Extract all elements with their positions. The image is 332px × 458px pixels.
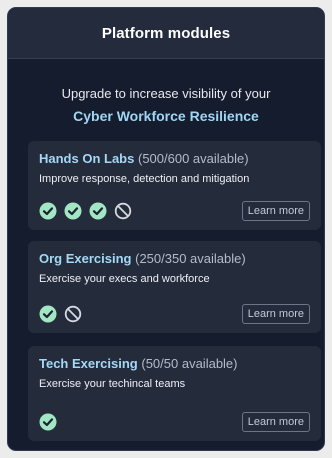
module-card-hands-on-labs: Hands On Labs (500/600 available) Improv…: [28, 141, 321, 230]
module-footer: Learn more: [39, 304, 310, 324]
module-name: Tech Exercising: [39, 356, 138, 371]
check-icon: [64, 202, 82, 220]
module-title: Tech Exercising (50/50 available): [39, 356, 310, 372]
learn-more-button[interactable]: Learn more: [241, 201, 310, 221]
module-availability: (50/50 available): [141, 356, 238, 371]
status-icons: [39, 202, 132, 220]
module-card-org-exercising: Org Exercising (250/350 available) Exerc…: [28, 241, 321, 333]
upgrade-text: Upgrade to increase visibility of your: [61, 86, 271, 101]
check-icon: [39, 413, 57, 431]
status-icons: [39, 305, 82, 323]
module-footer: Learn more: [39, 201, 310, 221]
panel-title: Platform modules: [101, 24, 231, 42]
module-description: Exercise your execs and workforce: [39, 273, 210, 285]
check-icon: [39, 305, 57, 323]
check-icon: [39, 202, 57, 220]
platform-modules-panel: Platform modules Upgrade to increase vis…: [7, 7, 325, 451]
module-card-tech-exercising: Tech Exercising (50/50 available) Exerci…: [28, 346, 321, 441]
module-name: Hands On Labs: [39, 151, 135, 166]
module-title: Hands On Labs (500/600 available): [39, 151, 310, 167]
module-name: Org Exercising: [39, 251, 132, 266]
module-footer: Learn more: [39, 412, 310, 432]
upgrade-highlight: Cyber Workforce Resilience: [73, 108, 259, 124]
learn-more-button[interactable]: Learn more: [241, 304, 310, 324]
learn-more-button[interactable]: Learn more: [241, 412, 310, 432]
module-availability: (250/350 available): [135, 251, 246, 266]
upgrade-intro: Upgrade to increase visibility of your C…: [8, 86, 324, 124]
panel-header: Platform modules: [8, 8, 324, 59]
module-availability: (500/600 available): [137, 151, 249, 166]
module-title: Org Exercising (250/350 available): [39, 251, 310, 267]
module-description: Exercise your techincal teams: [39, 378, 186, 390]
blocked-icon: [64, 305, 82, 323]
module-description: Improve response, detection and mitigati…: [39, 173, 250, 185]
blocked-icon: [114, 202, 132, 220]
check-icon: [89, 202, 107, 220]
status-icons: [39, 413, 57, 431]
